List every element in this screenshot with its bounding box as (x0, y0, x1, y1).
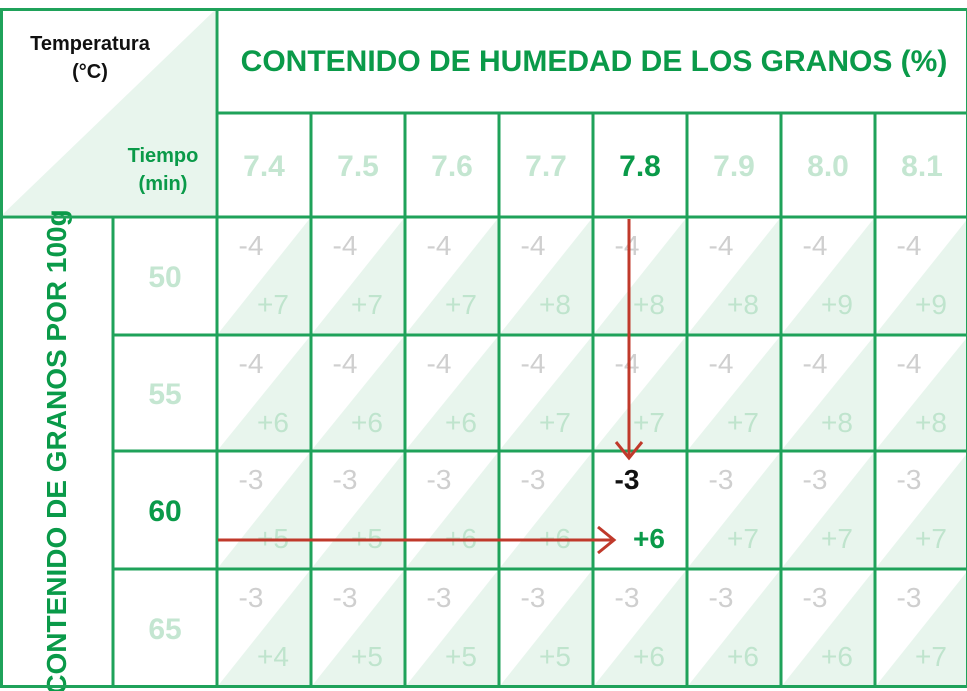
lookup-table: Temperatura (°C) Tiempo (min) CONTENIDO … (0, 0, 967, 691)
cell-negative-value: -4 (239, 230, 264, 261)
corner-label-time-unit: (min) (139, 173, 188, 195)
cell-positive-value: +7 (727, 523, 759, 554)
cell-positive-value: +7 (539, 407, 571, 438)
cell-positive-value: +7 (915, 523, 947, 554)
cell-negative-value: -3 (709, 464, 734, 495)
cell-positive-value: +8 (727, 289, 759, 320)
cell-negative-value: -3 (333, 464, 358, 495)
row-header: 50 (148, 261, 181, 294)
cell-positive-value: +6 (821, 641, 853, 672)
column-header: 8.0 (807, 150, 849, 183)
column-header: 7.9 (713, 150, 755, 183)
cell-negative-value: -3 (897, 464, 922, 495)
cell-positive-value: +7 (633, 407, 665, 438)
cell-negative-value: -4 (897, 230, 922, 261)
cell-positive-value: +9 (915, 289, 947, 320)
cell-positive-value: +7 (257, 289, 289, 320)
cell-negative-value: -4 (521, 230, 546, 261)
column-header: 7.7 (525, 150, 567, 183)
cell-negative-value: -4 (333, 230, 358, 261)
cell-positive-value: +8 (915, 407, 947, 438)
cell-positive-value: +8 (821, 407, 853, 438)
cell-negative-value: -4 (427, 348, 452, 379)
cell-positive-value: +9 (821, 289, 853, 320)
corner-cell: Temperatura (°C) Tiempo (min) (2, 10, 215, 215)
cell-positive-value: +6 (633, 641, 665, 672)
corner-label-temperature-unit: (°C) (72, 61, 108, 83)
cell-negative-value: -4 (803, 230, 828, 261)
cell-negative-value: -4 (615, 348, 640, 379)
cell-positive-value: +8 (539, 289, 571, 320)
cell-negative-value: -4 (803, 348, 828, 379)
cell-positive-value: +6 (633, 523, 665, 554)
cell-negative-value: -3 (709, 582, 734, 613)
cell-positive-value: +8 (633, 289, 665, 320)
cell-negative-value: -3 (239, 464, 264, 495)
column-header: 7.8 (619, 150, 661, 183)
table-svg: Temperatura (°C) Tiempo (min) CONTENIDO … (0, 8, 967, 691)
cell-negative-value: -4 (709, 230, 734, 261)
column-header: 7.6 (431, 150, 473, 183)
cell-positive-value: +7 (351, 289, 383, 320)
cell-negative-value: -4 (897, 348, 922, 379)
row-header: 65 (148, 613, 181, 646)
cell-positive-value: +6 (351, 407, 383, 438)
cell-positive-value: +4 (257, 641, 289, 672)
cell-positive-value: +5 (539, 641, 571, 672)
cell-negative-value: -3 (803, 464, 828, 495)
cell-negative-value: -3 (521, 464, 546, 495)
row-header: 60 (148, 495, 181, 528)
cell-negative-value: -3 (615, 582, 640, 613)
cell-negative-value: -3 (427, 582, 452, 613)
header-title: CONTENIDO DE HUMEDAD DE LOS GRANOS (%) (241, 45, 948, 78)
cell-negative-value: -4 (521, 348, 546, 379)
cell-negative-value: -4 (427, 230, 452, 261)
cell-negative-value: -4 (333, 348, 358, 379)
column-header: 7.4 (243, 150, 285, 183)
row-header: 55 (148, 378, 181, 411)
cell-positive-value: +6 (257, 407, 289, 438)
corner-label-time: Tiempo (128, 145, 199, 167)
cell-negative-value: -3 (239, 582, 264, 613)
cells-layer: 7.4 7.5 7.6 7.7 7.8 7.9 8.0 8.1 50 -4 +7 -4 +7 -4 +7 -4… (148, 150, 967, 687)
cell-negative-value: -3 (333, 582, 358, 613)
cell-positive-value: +7 (727, 407, 759, 438)
cell-positive-value: +6 (727, 641, 759, 672)
side-title: CONTENIDO DE GRANOS POR 100g (41, 209, 72, 691)
cell-negative-value: -4 (239, 348, 264, 379)
cell-negative-value: -3 (897, 582, 922, 613)
column-header: 8.1 (901, 150, 943, 183)
cell-negative-value: -3 (615, 464, 640, 495)
cell-negative-value: -3 (427, 464, 452, 495)
cell-positive-value: +7 (821, 523, 853, 554)
cell-positive-value: +6 (445, 407, 477, 438)
cell-negative-value: -3 (803, 582, 828, 613)
cell-negative-value: -4 (615, 230, 640, 261)
cell-negative-value: -3 (521, 582, 546, 613)
column-header: 7.5 (337, 150, 379, 183)
cell-positive-value: +5 (351, 641, 383, 672)
cell-positive-value: +5 (445, 641, 477, 672)
cell-positive-value: +7 (915, 641, 947, 672)
cell-positive-value: +7 (445, 289, 477, 320)
cell-negative-value: -4 (709, 348, 734, 379)
corner-label-temperature: Temperatura (30, 33, 151, 55)
